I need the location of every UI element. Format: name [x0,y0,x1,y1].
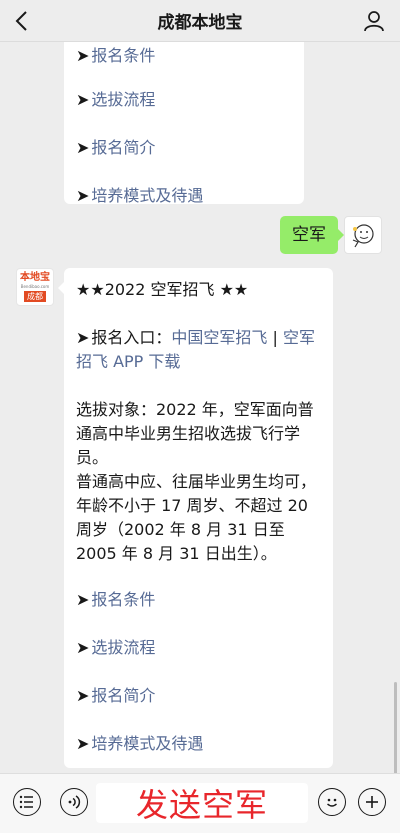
avatar-logo-domain: Bendibao.com [20,284,50,289]
avatar-logo-text: 本地宝 [20,272,50,283]
link-baoming-tiaojian[interactable]: 报名条件 [91,590,155,609]
emoji-button[interactable] [318,788,346,816]
entry-line: ➤ 报名入口：中国空军招飞 | 空军 [76,326,326,350]
arrow-icon: ➤ [76,186,90,205]
link-zhongguo-kongjun-zhaofei[interactable]: 中国空军招飞 [171,328,267,347]
user-icon[interactable] [362,9,386,33]
chat-header: 成都本地宝 [0,0,400,42]
plus-button[interactable] [358,788,386,816]
arrow-icon: ➤ [76,90,90,109]
list-item[interactable]: ➤ 培养模式及待遇 [76,732,326,756]
arrow-icon: ➤ [76,638,90,657]
link-peiyang-moshi[interactable]: 培养模式及待遇 [91,734,203,753]
chat-area[interactable]: ➤ 报名条件 ➤ 选拔流程 ➤ 报名简介 ➤ 培养模式及待遇 空军 本地宝 Bendib… [0,42,400,773]
arrow-icon: ➤ [76,138,90,157]
link-baoming-jianjie[interactable]: 报名简介 [91,686,155,705]
entry-separator: | [267,328,283,347]
list-item[interactable]: ➤ 报名条件 [76,44,155,68]
link-kongjun-app-part1[interactable]: 空军 [283,328,315,347]
bot-avatar[interactable]: 本地宝 Bendibao.com 成都 [16,268,54,306]
avatar-logo-city: 成都 [24,291,46,302]
page-title: 成都本地宝 [157,13,243,33]
link-baoming-jianjie[interactable]: 报名简介 [91,138,155,157]
link-xuanba-liucheng[interactable]: 选拔流程 [91,90,155,109]
message-input[interactable]: 发送空军 [96,783,308,824]
list-item[interactable]: ➤ 报名条件 [76,588,326,612]
entry-line-2: 招飞 APP 下载 [76,350,326,374]
voice-button[interactable] [60,788,88,816]
list-item[interactable]: ➤ 培养模式及待遇 [76,184,203,208]
emoji-icon [327,798,337,807]
menu-button[interactable] [13,788,41,816]
scrollbar[interactable] [394,682,397,773]
arrow-icon: ➤ [76,734,90,753]
bot-message-bubble: ★★2022 空军招飞 ★★ ➤ 报名入口：中国空军招飞 | 空军 招飞 APP … [58,268,333,768]
list-item[interactable]: ➤ 报名简介 [76,136,155,160]
arrow-icon: ➤ [76,46,90,65]
message-title: ★★2022 空军招飞 ★★ [76,280,249,299]
link-xuanba-liucheng[interactable]: 选拔流程 [91,638,155,657]
back-arrow-icon[interactable] [12,10,32,32]
arrow-icon: ➤ [76,328,90,347]
arrow-icon: ➤ [76,590,90,609]
user-avatar[interactable] [344,216,382,254]
list-item[interactable]: ➤ 选拔流程 [76,636,326,660]
list-item[interactable]: ➤ 选拔流程 [76,88,155,112]
message-input-text: 发送空军 [135,786,268,824]
selection-target-paragraph: 选拔对象：2022 年，空军面向普通高中毕业男生招收选拔飞行学员。 [76,400,314,467]
voice-icon [68,795,81,809]
previous-message-bubble: ➤ 报名条件 ➤ 选拔流程 ➤ 报名简介 ➤ 培养模式及待遇 [64,42,304,205]
entry-label: 报名入口： [91,328,172,347]
input-bar: 发送空军 [0,773,400,833]
link-peiyang-moshi[interactable]: 培养模式及待遇 [91,186,203,205]
user-message-bubble[interactable]: 空军 [280,216,344,254]
eligibility-paragraph: 普通高中应、往届毕业男生均可，年龄不小于 17 周岁、不超过 20 周岁（200… [76,472,317,563]
link-baoming-tiaojian[interactable]: 报名条件 [91,46,155,65]
arrow-icon: ➤ [76,686,90,705]
avatar-doodle-icon [352,224,374,248]
plus-icon [366,796,378,808]
menu-icon [19,795,33,809]
link-kongjun-app-part2[interactable]: 招飞 APP 下载 [76,352,180,371]
list-item[interactable]: ➤ 报名简介 [76,684,326,708]
